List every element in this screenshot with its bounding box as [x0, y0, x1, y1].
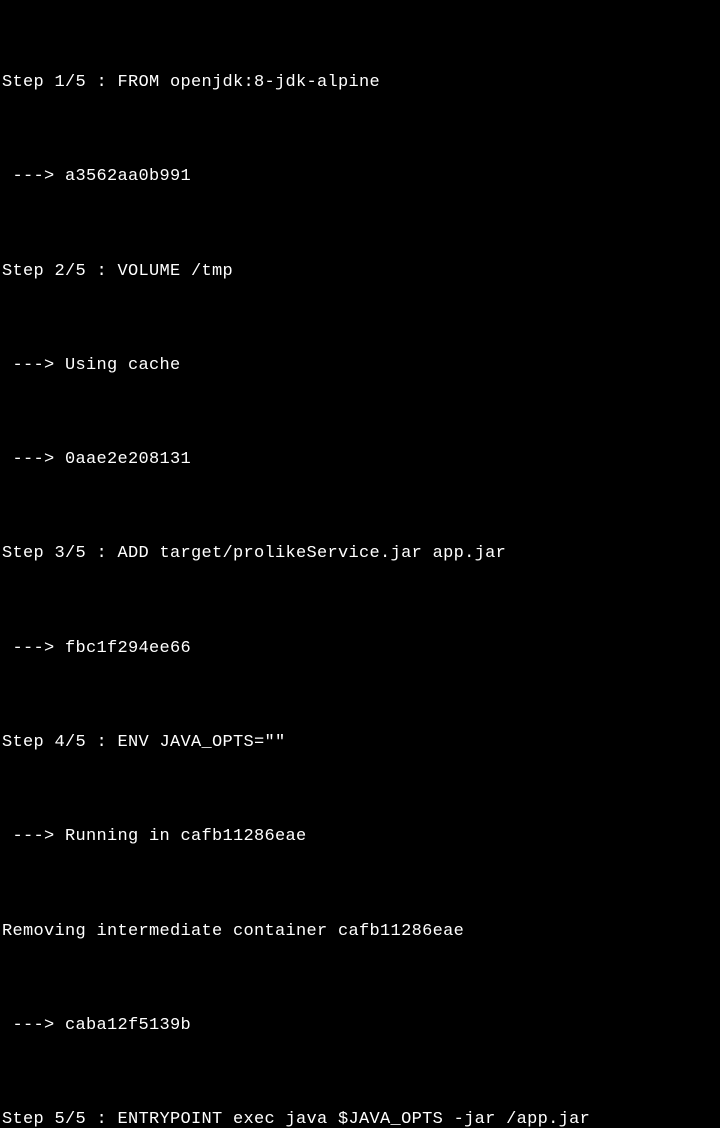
- output-line: Step 1/5 : FROM openjdk:8-jdk-alpine: [2, 67, 720, 98]
- output-line: ---> a3562aa0b991: [2, 161, 720, 192]
- output-line: ---> Using cache: [2, 350, 720, 381]
- output-line: ---> fbc1f294ee66: [2, 633, 720, 664]
- output-line: Step 2/5 : VOLUME /tmp: [2, 256, 720, 287]
- output-line: ---> 0aae2e208131: [2, 444, 720, 475]
- output-line: ---> Running in cafb11286eae: [2, 821, 720, 852]
- output-line: ---> caba12f5139b: [2, 1010, 720, 1041]
- terminal-output[interactable]: Step 1/5 : FROM openjdk:8-jdk-alpine ---…: [2, 4, 720, 1128]
- output-line: Step 3/5 : ADD target/prolikeService.jar…: [2, 538, 720, 569]
- output-line: Removing intermediate container cafb1128…: [2, 916, 720, 947]
- output-line: Step 4/5 : ENV JAVA_OPTS="": [2, 727, 720, 758]
- output-line: Step 5/5 : ENTRYPOINT exec java $JAVA_OP…: [2, 1104, 720, 1128]
